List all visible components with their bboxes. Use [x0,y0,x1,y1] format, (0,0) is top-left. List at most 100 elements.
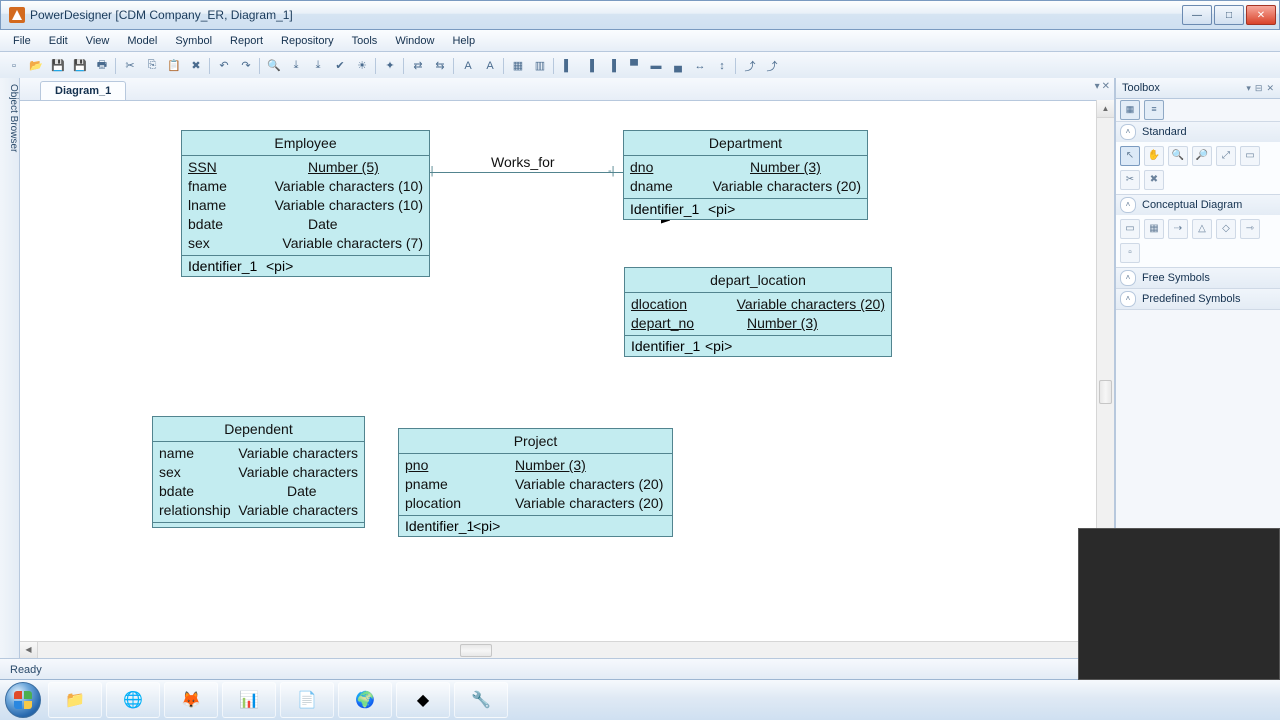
toolbar-delete-icon[interactable]: ✖ [186,56,206,76]
tool-grabber[interactable]: ✋ [1144,146,1164,166]
object-browser-tab[interactable]: Object Browser [0,78,20,659]
menu-repository[interactable]: Repository [272,33,343,49]
menu-edit[interactable]: Edit [40,33,77,49]
toolbar-cut-icon[interactable]: ✂ [120,56,140,76]
toolbar-align-c-icon[interactable]: ▐ [580,56,600,76]
menu-file[interactable]: File [4,33,40,49]
tab-dropdown-icon[interactable]: ▾ [1095,81,1100,92]
toolbar-align-b-icon[interactable]: ▄ [668,56,688,76]
toolbar-grid-icon[interactable]: ▦ [508,56,528,76]
toolbar-print-icon[interactable]: 🖶 [92,56,112,76]
menu-help[interactable]: Help [443,33,484,49]
taskbar-powerpoint[interactable]: 📊 [222,682,276,718]
tool-association[interactable]: ◇ [1216,219,1236,239]
toolbox-group-predefined-symbols[interactable]: ˄Predefined Symbols [1116,289,1280,309]
menu-tools[interactable]: Tools [343,33,387,49]
minimize-button[interactable]: — [1182,5,1212,25]
toolbar-align-m-icon[interactable]: ▬ [646,56,666,76]
tool-pointer[interactable]: ↖ [1120,146,1140,166]
tool-file[interactable]: ▫ [1120,243,1140,263]
taskbar-powerdesigner[interactable]: ◆ [396,682,450,718]
toolbar-text-icon[interactable]: A [458,56,478,76]
toolbar-dist-h-icon[interactable]: ↔ [690,56,710,76]
toolbar-snap-icon[interactable]: ▥ [530,56,550,76]
toolbar-export-img-icon[interactable]: ⤴ [762,56,782,76]
taskbar-ie[interactable]: 🌍 [338,682,392,718]
tool-assoc-link[interactable]: ⇾ [1240,219,1260,239]
taskbar-notepad[interactable]: 📄 [280,682,334,718]
maximize-button[interactable]: □ [1214,5,1244,25]
menu-model[interactable]: Model [118,33,166,49]
toolbar-paste-icon[interactable]: 📋 [164,56,184,76]
toolbar-copy-icon[interactable]: ⎘ [142,56,162,76]
tab-diagram[interactable]: Diagram_1 [40,81,126,100]
tool-zoom-out[interactable]: 🔎 [1192,146,1212,166]
toolbar-export-icon[interactable]: ⤴ [740,56,760,76]
scroll-thumb[interactable] [1099,380,1112,404]
entity-depart_location[interactable]: depart_locationdlocationVariable charact… [624,267,892,357]
toolbar-save-all-icon[interactable]: 💾 [70,56,90,76]
relationship-line[interactable] [428,172,623,173]
tool-delete[interactable]: ✖ [1144,170,1164,190]
toolbar-align-l-icon[interactable]: ▌ [558,56,578,76]
start-button[interactable] [0,680,46,720]
toolbar-redo-icon[interactable]: ↷ [236,56,256,76]
toolbar-check-icon[interactable]: ✔ [330,56,350,76]
toolbox-group-conceptual-diagram[interactable]: ˄Conceptual Diagram [1116,195,1280,215]
tool-zoom-in[interactable]: 🔍 [1168,146,1188,166]
scroll-thumb-h[interactable] [460,644,492,657]
entity-project[interactable]: ProjectpnoNumber (3)pnameVariable charac… [398,428,673,537]
toolbar-open-icon[interactable]: 📂 [26,56,46,76]
toolbar-gen-db-icon[interactable]: ⤓ [308,56,328,76]
toolbox-title: Toolbox [1122,82,1160,94]
tool-cut[interactable]: ✂ [1120,170,1140,190]
toolbar-new-icon[interactable]: ▫ [4,56,24,76]
tool-relationship[interactable]: ⇢ [1168,219,1188,239]
toolbox-dropdown-icon[interactable]: ▾ [1246,83,1251,94]
toolbar-impact-icon[interactable]: ☀ [352,56,372,76]
toolbar-align-r-icon[interactable]: ▐ [602,56,622,76]
toolbar-dist-v-icon[interactable]: ↕ [712,56,732,76]
scroll-left-icon[interactable]: ◀ [20,642,38,659]
relationship-label[interactable]: Works_for [491,154,555,170]
toolbar-gen-icon[interactable]: ⤓ [286,56,306,76]
tool-package[interactable]: ▭ [1120,219,1140,239]
toolbox-group-standard[interactable]: ˄Standard [1116,122,1280,142]
tool-inheritance[interactable]: △ [1192,219,1212,239]
toolbox-group-free-symbols[interactable]: ˄Free Symbols [1116,268,1280,288]
chevron-up-icon: ˄ [1120,291,1136,307]
menu-symbol[interactable]: Symbol [166,33,221,49]
toolbar-save-icon[interactable]: 💾 [48,56,68,76]
menu-report[interactable]: Report [221,33,272,49]
entity-department[interactable]: DepartmentdnoNumber (3)dnameVariable cha… [623,130,868,220]
taskbar-chrome[interactable]: 🌐 [106,682,160,718]
tool-zoom-page[interactable]: ▭ [1240,146,1260,166]
toolbox-pin-icon[interactable]: ⊟ [1255,83,1263,94]
toolbox-view-grid[interactable]: ▦ [1120,100,1140,120]
tool-entity[interactable]: ▦ [1144,219,1164,239]
toolbox-close-icon[interactable]: ✕ [1266,83,1274,94]
toolbar-text-free-icon[interactable]: A [480,56,500,76]
toolbar-compare-icon[interactable]: ⇄ [408,56,428,76]
tool-zoom-fit[interactable]: ⤢ [1216,146,1236,166]
toolbar-merge-icon[interactable]: ⇆ [430,56,450,76]
taskbar-explorer[interactable]: 📁 [48,682,102,718]
toolbox-view-list[interactable]: ≡ [1144,100,1164,120]
attr-pi [708,158,750,177]
menu-window[interactable]: Window [386,33,443,49]
toolbar-undo-icon[interactable]: ↶ [214,56,234,76]
toolbar-align-t-icon[interactable]: ▀ [624,56,644,76]
diagram-canvas[interactable]: ›| -| Works_for EmployeeSSNNumber (5)fna… [20,101,1114,659]
toolbar-find-icon[interactable]: 🔍 [264,56,284,76]
taskbar-firefox[interactable]: 🦊 [164,682,218,718]
toolbar-wizard-icon[interactable]: ✦ [380,56,400,76]
entity-employee[interactable]: EmployeeSSNNumber (5)fnameVariable chara… [181,130,430,277]
horizontal-scrollbar[interactable]: ◀ [20,641,1097,659]
menu-view[interactable]: View [77,33,119,49]
identifier-pi: <pi> [473,518,500,534]
taskbar-tool[interactable]: 🔧 [454,682,508,718]
close-button[interactable]: ✕ [1246,5,1276,25]
scroll-up-icon[interactable]: ▲ [1097,100,1114,118]
entity-dependent[interactable]: DependentnameVariable characterssexVaria… [152,416,365,528]
tab-close-icon[interactable]: ✕ [1102,81,1110,92]
